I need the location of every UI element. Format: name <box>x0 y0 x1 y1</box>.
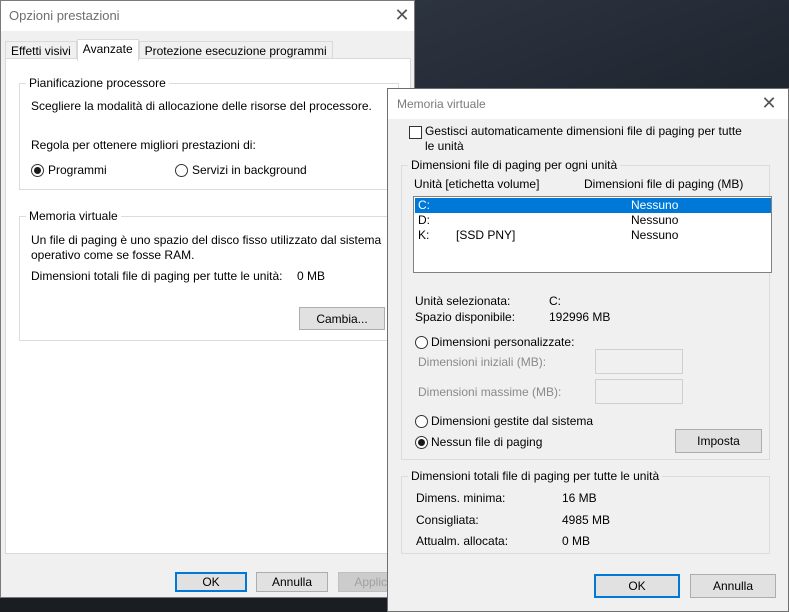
ok-button[interactable]: OK <box>175 572 247 592</box>
paging-description-line1: Un file di paging è uno spazio del disco… <box>31 233 382 247</box>
max-size-field[interactable] <box>595 379 683 404</box>
drive-size: Nessuno <box>631 198 679 212</box>
list-item[interactable]: D: Nessuno <box>415 213 771 228</box>
list-header-drive: Unità [etichetta volume] <box>414 177 540 191</box>
close-icon[interactable]: ✕ <box>394 7 410 25</box>
adjust-label: Regola per ottenere migliori prestazioni… <box>31 138 256 152</box>
tab-panel-advanced: Pianificazione processore Scegliere la m… <box>5 58 411 554</box>
list-item[interactable]: C: Nessuno <box>415 198 771 213</box>
group-title: Dimensioni file di paging per ogni unità <box>408 158 621 172</box>
tab-bar: Effetti visivi Avanzate Protezione esecu… <box>5 39 333 61</box>
drive-size: Nessuno <box>631 228 679 242</box>
radio-no-paging-file-label[interactable]: Nessun file di paging <box>431 435 542 450</box>
min-size-value: 16 MB <box>562 491 597 505</box>
radio-system-managed[interactable] <box>415 415 428 428</box>
drive-letter: K: <box>418 228 430 242</box>
recommended-label: Consigliata: <box>416 513 479 527</box>
close-icon[interactable]: ✕ <box>761 95 777 113</box>
taskbar-strip <box>0 596 415 612</box>
list-header-size: Dimensioni file di paging (MB) <box>584 177 744 191</box>
tab-advanced[interactable]: Avanzate <box>76 39 139 61</box>
selected-drive-value: C: <box>549 294 561 308</box>
drive-list[interactable]: C: Nessuno D: Nessuno K: [SSD PNY] Nessu… <box>413 196 772 273</box>
paging-description-line2: operativo come se fosse RAM. <box>31 248 195 262</box>
radio-background-services[interactable] <box>175 164 188 177</box>
drive-label: [SSD PNY] <box>456 228 516 242</box>
drive-letter: D: <box>418 213 430 227</box>
free-space-label: Spazio disponibile: <box>415 310 516 324</box>
auto-manage-checkbox[interactable] <box>409 126 422 139</box>
min-size-label: Dimens. minima: <box>416 491 506 505</box>
performance-options-dialog: Opzioni prestazioni ✕ Effetti visivi Ava… <box>0 0 415 598</box>
radio-programs-label[interactable]: Programmi <box>48 163 107 178</box>
total-paging-label: Dimensioni totali file di paging per tut… <box>31 269 283 283</box>
drive-size: Nessuno <box>631 213 679 227</box>
change-button[interactable]: Cambia... <box>299 307 385 330</box>
auto-manage-label-line1[interactable]: Gestisci automaticamente dimensioni file… <box>425 124 742 139</box>
cancel-button[interactable]: Annulla <box>256 572 328 592</box>
free-space-value: 192996 MB <box>549 310 611 324</box>
group-title: Memoria virtuale <box>26 209 121 223</box>
auto-manage-label-line2[interactable]: le unità <box>425 139 464 154</box>
radio-background-services-label[interactable]: Servizi in background <box>192 163 307 178</box>
set-button[interactable]: Imposta <box>675 429 762 453</box>
drive-letter: C: <box>418 198 430 212</box>
virtual-memory-dialog: Memoria virtuale ✕ Gestisci automaticame… <box>387 88 789 612</box>
per-drive-group: Dimensioni file di paging per ogni unità… <box>401 158 772 460</box>
initial-size-label: Dimensioni iniziali (MB): <box>418 355 547 369</box>
radio-no-paging-file[interactable] <box>415 436 428 449</box>
max-size-label: Dimensioni massime (MB): <box>418 385 562 399</box>
radio-system-managed-label[interactable]: Dimensioni gestite dal sistema <box>431 414 593 429</box>
allocated-label: Attualm. allocata: <box>416 534 509 548</box>
list-item[interactable]: K: [SSD PNY] Nessuno <box>415 228 771 243</box>
processor-scheduling-group: Pianificazione processore Scegliere la m… <box>19 76 399 190</box>
allocated-value: 0 MB <box>562 534 591 548</box>
dialog-title: Opzioni prestazioni <box>1 1 414 31</box>
initial-size-field[interactable] <box>595 349 683 374</box>
recommended-value: 4985 MB <box>562 513 611 527</box>
totals-group: Dimensioni totali file di paging per tut… <box>401 469 770 554</box>
total-paging-value: 0 MB <box>297 269 326 283</box>
ok-button[interactable]: OK <box>594 574 680 598</box>
radio-custom-size[interactable] <box>415 336 428 349</box>
virtual-memory-group: Memoria virtuale Un file di paging è uno… <box>19 209 399 341</box>
radio-programs[interactable] <box>31 164 44 177</box>
cancel-button[interactable]: Annulla <box>690 574 776 598</box>
radio-custom-size-label[interactable]: Dimensioni personalizzate: <box>431 335 574 350</box>
dialog-title: Memoria virtuale <box>388 89 788 119</box>
processor-description: Scegliere la modalità di allocazione del… <box>31 99 372 113</box>
group-title: Dimensioni totali file di paging per tut… <box>408 469 663 483</box>
selected-drive-label: Unità selezionata: <box>415 294 511 308</box>
group-title: Pianificazione processore <box>26 76 169 90</box>
